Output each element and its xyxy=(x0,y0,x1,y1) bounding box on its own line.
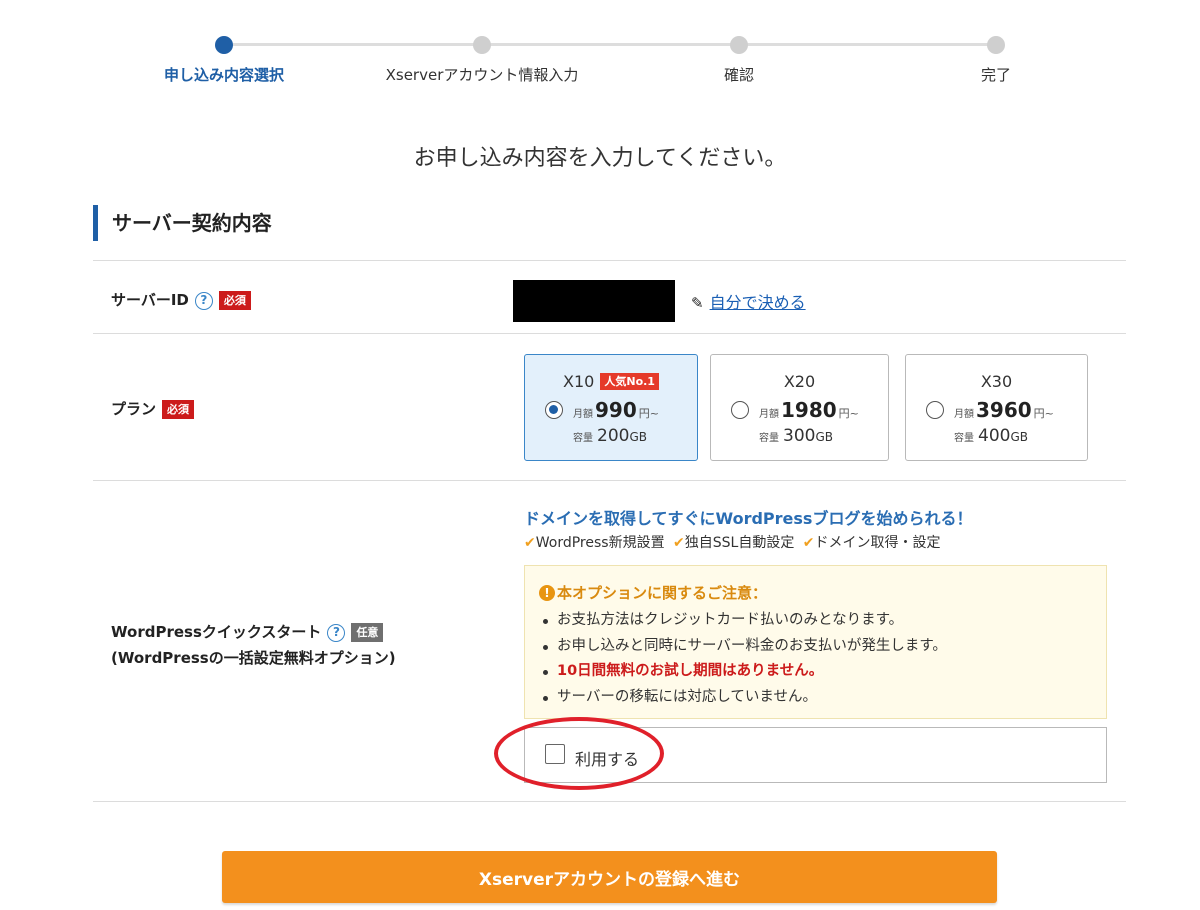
section-title: サーバー契約内容 xyxy=(93,205,272,241)
use-option-label[interactable]: 利用する xyxy=(575,746,639,770)
notice-title-text: 本オプションに関するご注意： xyxy=(557,584,768,602)
capacity-unit: GB xyxy=(629,430,647,444)
custom-server-id-link-text: 自分で決める xyxy=(709,293,806,312)
plan-capacity: 容量 200GB xyxy=(573,426,647,446)
step-dot xyxy=(730,36,748,54)
step-application-content: 申し込み内容選択 xyxy=(104,34,344,85)
required-badge: 必須 xyxy=(218,291,251,310)
price-unit: 円~ xyxy=(1033,407,1054,420)
plan-card-x20[interactable]: X20 月額 1980 円~ 容量 300GB xyxy=(710,354,889,461)
step-label: 完了 xyxy=(980,66,1011,84)
plan-card-x10[interactable]: X10 人気No.1 月額 990 円~ 容量 200GB xyxy=(524,354,698,461)
proceed-to-account-registration-button[interactable]: Xserverアカウントの登録へ進む xyxy=(222,851,997,903)
capacity-value: 400 xyxy=(978,426,1011,446)
notice-item: お申し込みと同時にサーバー料金のお支払いが発生します。 xyxy=(539,634,1092,660)
capacity-value: 300 xyxy=(783,426,816,446)
plan-name: X10 xyxy=(563,372,595,391)
popular-badge: 人気No.1 xyxy=(600,373,659,390)
server-id-value-redacted xyxy=(513,280,675,322)
feature-item: WordPress新規設置 xyxy=(535,535,665,551)
notice-list: お支払方法はクレジットカード払いのみとなります。 お申し込みと同時にサーバー料金… xyxy=(539,608,1092,710)
plan-radio-x30[interactable] xyxy=(926,401,944,419)
capacity-label: 容量 xyxy=(759,433,779,444)
required-badge: 必須 xyxy=(162,400,195,419)
wp-quickstart-title: WordPressクイックスタート? 任意 xyxy=(111,619,396,645)
notice-item-emphasis: 10日間無料のお試し期間はありません。 xyxy=(539,659,1092,685)
monthly-label: 月額 xyxy=(573,409,593,420)
wp-quickstart-label: WordPressクイックスタート? 任意 (WordPressの一括設定無料オプ… xyxy=(111,619,396,671)
wp-promo-text: ドメインを取得してすぐにWordPressブログを始められる！ xyxy=(524,509,973,528)
notice-title: ! 本オプションに関するご注意： xyxy=(539,582,1092,603)
step-dot xyxy=(473,36,491,54)
plan-name-row: X10 人気No.1 xyxy=(525,372,697,391)
plan-radio-x20[interactable] xyxy=(731,401,749,419)
monthly-label: 月額 xyxy=(759,409,779,420)
server-id-label: サーバーID? 必須 xyxy=(111,289,251,310)
price-unit: 円~ xyxy=(638,407,659,420)
capacity-label: 容量 xyxy=(573,433,593,444)
plan-name: X30 xyxy=(980,372,1013,391)
wp-quickstart-row: WordPressクイックスタート? 任意 (WordPressの一括設定無料オプ… xyxy=(93,480,1126,802)
price-value: 3960 xyxy=(976,398,1032,422)
plan-name: X20 xyxy=(783,372,816,391)
option-notice-box: ! 本オプションに関するご注意： お支払方法はクレジットカード払いのみとなります。… xyxy=(524,565,1107,719)
step-label: 確認 xyxy=(723,66,754,84)
wp-quickstart-sublabel: (WordPressの一括設定無料オプション) xyxy=(111,649,396,667)
step-complete: 完了 xyxy=(876,34,1116,85)
step-confirm: 確認 xyxy=(619,34,859,85)
plan-capacity: 容量 400GB xyxy=(954,426,1028,446)
pencil-icon: ✎ xyxy=(691,294,704,312)
price-value: 1980 xyxy=(781,398,837,422)
server-id-row: サーバーID? 必須 ✎ 自分で決める xyxy=(93,260,1126,334)
plan-price: 月額 1980 円~ xyxy=(759,398,859,422)
step-label: Xserverアカウント情報入力 xyxy=(385,66,579,84)
check-icon: ✔ xyxy=(802,535,815,551)
capacity-unit: GB xyxy=(815,430,833,444)
plan-label: プラン 必須 xyxy=(111,398,195,419)
plan-price: 月額 990 円~ xyxy=(573,398,659,422)
check-icon: ✔ xyxy=(524,535,536,551)
progress-steps: 申し込み内容選択 Xserverアカウント情報入力 確認 完了 xyxy=(0,34,1200,94)
plan-name-row: X20 xyxy=(711,372,888,391)
price-unit: 円~ xyxy=(838,407,859,420)
step-dot xyxy=(987,36,1005,54)
step-dot-active xyxy=(215,36,233,54)
step-label: 申し込み内容選択 xyxy=(163,66,284,84)
capacity-unit: GB xyxy=(1010,430,1028,444)
notice-item: サーバーの移転には対応していません。 xyxy=(539,685,1092,711)
page-lead: お申し込み内容を入力してください。 xyxy=(413,146,787,171)
plan-capacity: 容量 300GB xyxy=(759,426,833,446)
plan-row: プラン 必須 X10 人気No.1 月額 990 円~ 容量 200GB X20 月額 19… xyxy=(93,333,1126,481)
optional-badge: 任意 xyxy=(351,623,384,642)
wp-feature-list: ✔WordPress新規設置 ✔独自SSL自動設定 ✔ドメイン取得・設定 xyxy=(524,532,945,552)
capacity-label: 容量 xyxy=(954,433,974,444)
plan-card-x30[interactable]: X30 月額 3960 円~ 容量 400GB xyxy=(905,354,1088,461)
capacity-value: 200 xyxy=(597,426,630,446)
check-icon: ✔ xyxy=(673,535,685,551)
custom-server-id-link[interactable]: ✎ 自分で決める xyxy=(691,289,806,313)
price-value: 990 xyxy=(595,398,637,422)
help-icon[interactable]: ? xyxy=(194,291,213,310)
warning-icon: ! xyxy=(539,585,555,601)
feature-item: 独自SSL自動設定 xyxy=(684,535,795,551)
use-option-checkbox[interactable] xyxy=(545,744,565,764)
plan-label-text: プラン xyxy=(111,400,157,418)
wp-quickstart-label-text: WordPressクイックスタート xyxy=(111,623,322,641)
use-option-box[interactable]: 利用する xyxy=(524,727,1107,783)
plan-radio-x10[interactable] xyxy=(545,401,563,419)
server-id-label-text: サーバーID xyxy=(111,291,189,309)
plan-name-row: X30 xyxy=(906,372,1087,391)
notice-item: お支払方法はクレジットカード払いのみとなります。 xyxy=(539,608,1092,634)
monthly-label: 月額 xyxy=(954,409,974,420)
plan-price: 月額 3960 円~ xyxy=(954,398,1054,422)
help-icon[interactable]: ? xyxy=(327,623,346,642)
step-account-info: Xserverアカウント情報入力 xyxy=(362,34,602,85)
feature-item: ドメイン取得・設定 xyxy=(814,535,941,551)
